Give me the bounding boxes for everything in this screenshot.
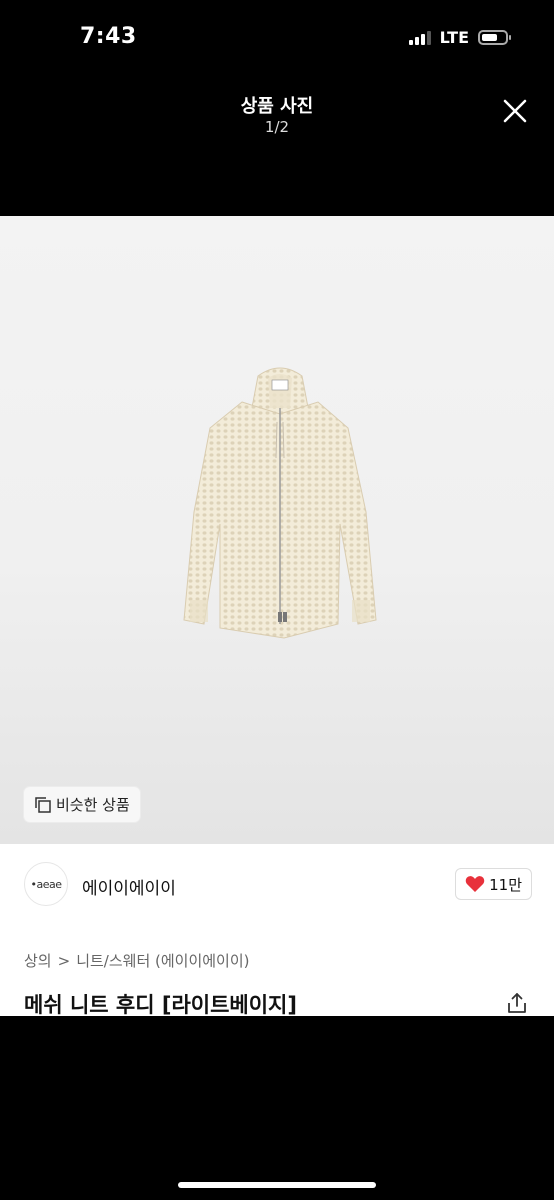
network-label: LTE <box>439 28 469 47</box>
product-photo[interactable]: 비슷한 상품 <box>0 216 554 844</box>
home-indicator[interactable] <box>178 1182 376 1188</box>
shop-avatar[interactable]: •aeae <box>24 862 68 906</box>
shop-name[interactable]: 에이이에이이 <box>82 874 176 899</box>
breadcrumb-category[interactable]: 상의 <box>24 950 52 971</box>
status-time: 7:43 <box>80 24 137 49</box>
like-count: 11만 <box>489 875 522 894</box>
breadcrumb-separator: > <box>57 951 71 970</box>
status-indicators: LTE <box>408 28 511 47</box>
breadcrumb: 상의 > 니트/스웨터 (에이이에이이) <box>24 950 250 971</box>
photo-counter: 1/2 <box>264 118 290 136</box>
share-icon[interactable] <box>506 992 528 1014</box>
heart-icon <box>465 876 485 892</box>
viewer-header: 상품 사진 1/2 <box>0 76 554 216</box>
close-icon[interactable] <box>500 96 530 126</box>
product-image <box>183 367 377 639</box>
similar-items-icon <box>35 796 51 813</box>
status-bar: 7:43 LTE <box>0 0 554 76</box>
signal-icon <box>408 30 431 45</box>
viewer-title: 상품 사진 <box>240 96 314 117</box>
similar-products-button[interactable]: 비슷한 상품 <box>24 787 140 822</box>
breadcrumb-subcategory[interactable]: 니트/스웨터 (에이이에이이) <box>76 950 249 971</box>
product-title: 메쉬 니트 후디 [라이트베이지] <box>24 993 297 1016</box>
similar-products-label: 비슷한 상품 <box>56 796 130 814</box>
product-info-panel: •aeae 에이이에이이 11만 상의 > 니트/스웨터 (에이이에이이) 메쉬… <box>0 844 554 1016</box>
like-button[interactable]: 11만 <box>455 868 532 900</box>
shop-logo-text: •aeae <box>30 877 62 891</box>
battery-icon <box>478 30 511 45</box>
